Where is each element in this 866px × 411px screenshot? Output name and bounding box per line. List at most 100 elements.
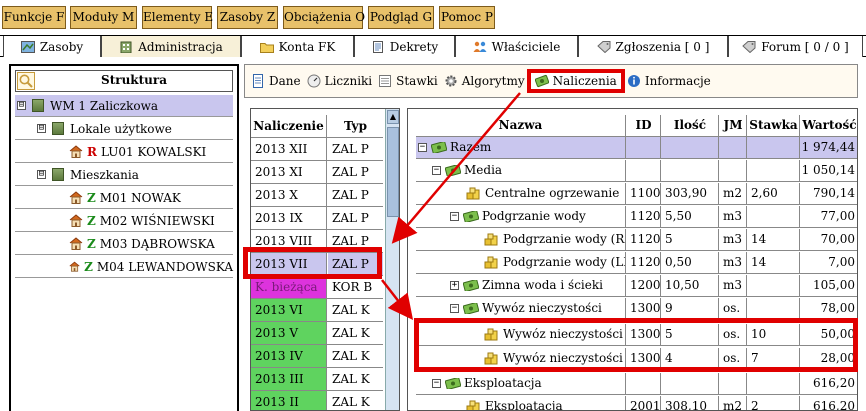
table-row-selected[interactable]: 2013 VII ZAL P <box>251 253 383 276</box>
tab-forum[interactable]: Forum [ 0 / 0 ] <box>728 36 863 57</box>
tab-label: Zgłoszenia [ 0 ] <box>615 39 710 54</box>
table-row-total[interactable]: − Razem 1 974,44 <box>416 137 857 159</box>
row-name: Centralne ogrzewanie <box>485 186 620 200</box>
table-row[interactable]: 2013 III ZAL K <box>251 368 383 391</box>
scroll-up-icon[interactable]: ▲ <box>387 110 399 124</box>
period-cell: K. bieżąca <box>251 276 327 298</box>
menu-elementy[interactable]: Elementy E <box>142 6 213 29</box>
tab-label: Dekrety <box>389 39 439 54</box>
period-cell: 2013 VII <box>251 253 327 275</box>
toolbar-dane[interactable]: Dane <box>251 74 301 88</box>
table-row[interactable]: − Wywóz nieczystości 1300 9 os. 78,00 <box>416 298 857 320</box>
table-row[interactable]: 2013 X ZAL P <box>251 184 383 207</box>
table-row[interactable]: 2013 V ZAL K <box>251 322 383 345</box>
tree-item-m04[interactable]: Z M04 LEWANDOWSKA <box>15 256 233 278</box>
column-header-typ[interactable]: Typ <box>328 115 383 137</box>
coins-icon <box>484 352 498 365</box>
rate-cell <box>748 137 800 158</box>
period-cell: 2013 XI <box>251 161 327 183</box>
column-header-naliczenie[interactable]: Naliczenie <box>251 115 327 137</box>
collapse-icon[interactable]: − <box>450 304 459 313</box>
table-row[interactable]: Wywóz nieczystości 1300 5 os. 10 50,00 <box>416 324 857 346</box>
tab-dekrety[interactable]: Dekrety <box>354 36 455 57</box>
table-row[interactable]: 2013 XI ZAL P <box>251 161 383 184</box>
period-cell: 2013 IX <box>251 207 327 229</box>
table-row[interactable]: 2013 VIII ZAL P <box>251 230 383 253</box>
collapse-icon[interactable]: − <box>418 143 427 152</box>
menu-zasoby[interactable]: Zasoby Z <box>217 6 278 29</box>
tree-item-mieszkania[interactable]: ⊟ Mieszkania <box>15 164 233 186</box>
name-cell: − Razem <box>416 137 626 158</box>
table-row[interactable]: Eksploatacja 2001 308,10 m2 2 616,20 <box>416 396 857 410</box>
collapse-icon[interactable]: ⊟ <box>17 101 26 110</box>
id-cell: 2001 <box>627 396 661 410</box>
tab-wlasciciele[interactable]: Właściciele <box>455 36 578 57</box>
tree-item-label: WM 1 Zaliczkowa <box>50 98 159 113</box>
tab-zasoby[interactable]: Zasoby <box>3 36 101 57</box>
column-header-wartosc[interactable]: Wartość <box>801 115 857 136</box>
tree-item-wm1[interactable]: ⊟ WM 1 Zaliczkowa <box>15 95 233 117</box>
collapse-icon[interactable]: ⊟ <box>37 170 46 179</box>
tree-item-m02[interactable]: Z M02 WIŚNIEWSKI <box>15 210 233 232</box>
table-row[interactable]: − Media 1 050,14 <box>416 160 857 182</box>
rate-cell: 10 <box>748 324 800 345</box>
name-cell: Wywóz nieczystości <box>416 324 626 345</box>
vertical-scrollbar[interactable]: ▲ <box>385 109 399 410</box>
value-cell: 7,00 <box>828 255 855 269</box>
table-row[interactable]: 2013 II ZAL K <box>251 391 383 410</box>
column-header-id[interactable]: ID <box>627 115 661 136</box>
tab-zgloszenia[interactable]: Zgłoszenia [ 0 ] <box>578 36 728 57</box>
value-cell: 1 974,44 <box>801 140 855 154</box>
meter-icon <box>307 74 321 88</box>
tree-item-m03[interactable]: Z M03 DĄBROWSKA <box>15 233 233 255</box>
toolbar-naliczenia[interactable]: Naliczenia <box>526 69 625 93</box>
table-row[interactable]: − Podgrzanie wody 1120 5,50 m3 77,00 <box>416 206 857 228</box>
tree-item-lu01[interactable]: R LU01 KOWALSKI <box>15 141 233 163</box>
menu-pomoc[interactable]: Pomoc P <box>439 6 495 29</box>
table-row[interactable]: Podgrzanie wody (R) 1120 5 m3 14 70,00 <box>416 229 857 251</box>
table-row[interactable]: 2013 VI ZAL K <box>251 299 383 322</box>
table-row[interactable]: Centralne ogrzewanie 1100 303,90 m2 2,60… <box>416 183 857 205</box>
collapse-icon[interactable]: − <box>450 212 459 221</box>
table-row[interactable]: K. bieżąca KOR B <box>251 276 383 299</box>
toolbar-algorytmy[interactable]: Algorytmy <box>444 74 525 88</box>
table-row[interactable]: 2013 IX ZAL P <box>251 207 383 230</box>
column-header-jm[interactable]: JM <box>720 115 747 136</box>
tab-label: Konta FK <box>278 39 336 54</box>
expand-icon[interactable]: + <box>450 281 459 290</box>
tree-item-lokale[interactable]: ⊟ Lokale użytkowe <box>15 118 233 140</box>
table-row[interactable]: − Eksploatacja 616,20 <box>416 373 857 395</box>
tree-item-m01[interactable]: Z M01 NOWAK <box>15 187 233 209</box>
table-row[interactable]: Podgrzanie wody (LP) 1120 0,50 m3 14 7,0… <box>416 252 857 274</box>
collapse-icon[interactable]: − <box>432 379 441 388</box>
menu-funkcje[interactable]: Funkcje F <box>2 6 66 29</box>
menu-podglad[interactable]: Podgląd G <box>368 6 434 29</box>
table-row[interactable]: + Zimna woda i ścieki 1200 10,50 m3 105,0… <box>416 275 857 297</box>
qty-cell: 303,90 <box>662 183 719 204</box>
toolbar-informacje[interactable]: Informacje <box>627 74 711 88</box>
document-icon <box>372 40 383 53</box>
id-cell: 1120 <box>627 229 661 250</box>
tab-konta-fk[interactable]: Konta FK <box>241 36 354 57</box>
tab-administracja[interactable]: Administracja <box>101 36 241 57</box>
owner-flag: Z <box>84 259 93 274</box>
qty-cell: 308,10 <box>662 396 719 410</box>
scrollbar-thumb[interactable] <box>387 127 399 217</box>
column-header-stawka[interactable]: Stawka <box>748 115 800 136</box>
period-cell: 2013 VIII <box>251 230 327 252</box>
toolbar-label: Naliczenia <box>552 74 617 88</box>
rate-cell <box>748 275 800 296</box>
toolbar-stawki[interactable]: Stawki <box>378 74 438 88</box>
column-header-nazwa[interactable]: Nazwa <box>416 115 626 136</box>
column-header-ilosc[interactable]: Ilość <box>662 115 719 136</box>
search-icon[interactable] <box>17 72 35 90</box>
table-row[interactable]: 2013 IV ZAL K <box>251 345 383 368</box>
collapse-icon[interactable]: ⊟ <box>37 124 46 133</box>
table-row[interactable]: 2013 XII ZAL P <box>251 138 383 161</box>
table-row[interactable]: Wywóz nieczystości 1300 4 os. 7 28,00 <box>416 348 857 370</box>
menu-obciazenia[interactable]: Obciążenia O <box>283 6 365 29</box>
menu-moduly[interactable]: Moduły M <box>70 6 137 29</box>
toolbar-liczniki[interactable]: Liczniki <box>307 74 372 88</box>
rate-cell <box>748 206 800 227</box>
collapse-icon[interactable]: − <box>432 166 441 175</box>
